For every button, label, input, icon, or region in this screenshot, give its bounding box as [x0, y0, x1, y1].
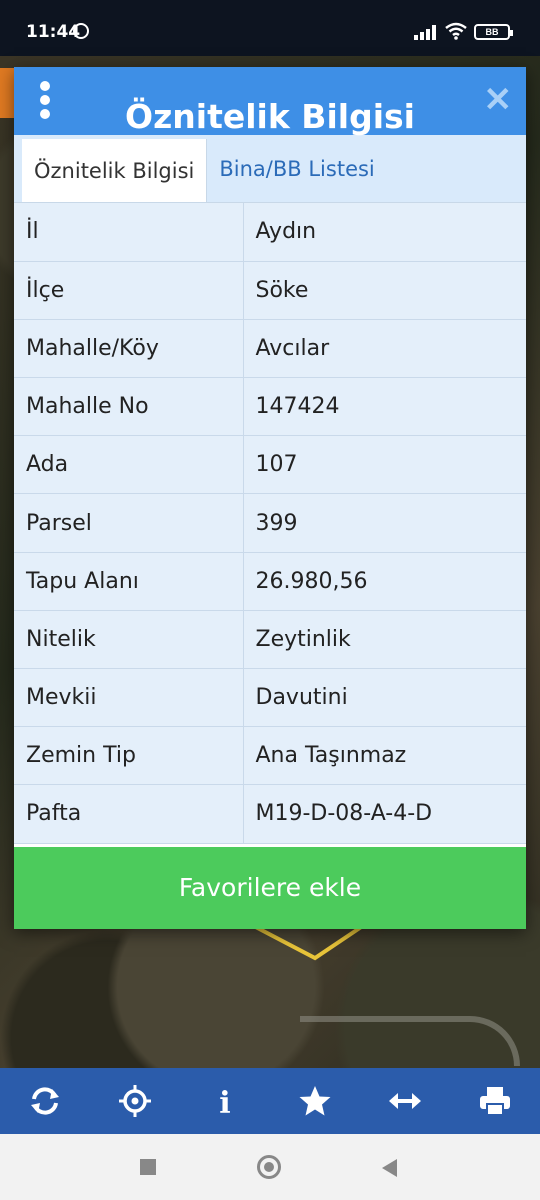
tab-bar: Öznitelik Bilgisi Bina/BB Listesi: [14, 135, 526, 203]
attribute-row: Tapu Alanı 26.980,56: [14, 552, 526, 611]
tab-building-list[interactable]: Bina/BB Listesi: [207, 135, 386, 202]
attribute-row: İl Aydın: [14, 203, 526, 262]
signal-icon: [414, 25, 436, 40]
print-button[interactable]: [473, 1079, 517, 1123]
attribute-value: M19-D-08-A-4-D: [243, 784, 526, 844]
attribute-key: Mevkii: [14, 668, 244, 728]
system-nav-bar: [0, 1134, 540, 1200]
attribute-key: İlçe: [14, 261, 244, 320]
info-button[interactable]: i: [203, 1079, 247, 1123]
attribute-key: Tapu Alanı: [14, 552, 244, 611]
attribute-row: Mevkii Davutini: [14, 668, 526, 728]
attribute-row: İlçe Söke: [14, 261, 526, 320]
attribute-key: Zemin Tip: [14, 726, 244, 786]
attribute-key: Parsel: [14, 493, 244, 553]
attribute-value: 147424: [243, 377, 526, 437]
attribute-key: Ada: [14, 435, 244, 495]
dialog-header: Öznitelik Bilgisi ✕: [14, 67, 526, 136]
home-icon[interactable]: [257, 1155, 281, 1179]
bottom-toolbar: i: [0, 1068, 540, 1134]
attribute-value: Aydın: [243, 203, 526, 262]
attribute-value: 26.980,56: [243, 552, 526, 611]
locate-icon: [119, 1085, 151, 1117]
attribute-value: 399: [243, 493, 526, 553]
close-icon[interactable]: ✕: [484, 83, 513, 117]
locate-button[interactable]: [113, 1079, 157, 1123]
attribute-value: Davutini: [243, 668, 526, 728]
print-icon: [480, 1087, 510, 1116]
attribute-value: Avcılar: [243, 319, 526, 379]
attribute-row: Nitelik Zeytinlik: [14, 610, 526, 670]
refresh-icon: [31, 1087, 59, 1115]
attribute-row: Parsel 399: [14, 493, 526, 553]
refresh-button[interactable]: [23, 1079, 67, 1123]
tab-attribute-info[interactable]: Öznitelik Bilgisi: [22, 139, 208, 202]
favorites-button[interactable]: [293, 1079, 337, 1123]
dialog-title: Öznitelik Bilgisi: [125, 97, 415, 136]
battery-icon: BB: [474, 24, 513, 40]
svg-text:i: i: [219, 1086, 230, 1118]
recent-apps-icon[interactable]: [140, 1159, 156, 1175]
whatsapp-icon: [73, 23, 89, 39]
attribute-row: Zemin Tip Ana Taşınmaz: [14, 726, 526, 786]
measure-icon: [389, 1093, 421, 1109]
attribute-key: Mahalle/Köy: [14, 319, 244, 379]
attribute-dialog: Öznitelik Bilgisi ✕ Öznitelik Bilgisi Bi…: [14, 67, 526, 929]
star-icon: [299, 1086, 331, 1116]
attribute-row: Pafta M19-D-08-A-4-D: [14, 784, 526, 844]
attribute-table: İl Aydın İlçe Söke Mahalle/Köy Avcılar Mahalle…: [14, 203, 526, 844]
attribute-key: Mahalle No: [14, 377, 244, 437]
attribute-row: Ada 107: [14, 435, 526, 495]
wifi-icon: [445, 22, 467, 40]
attribute-value: Zeytinlik: [243, 610, 526, 670]
attribute-value: Ana Taşınmaz: [243, 726, 526, 786]
info-icon: i: [219, 1086, 230, 1118]
status-bar: 11:44 BB: [0, 0, 540, 56]
attribute-row: Mahalle No 147424: [14, 377, 526, 437]
measure-button[interactable]: [383, 1079, 427, 1123]
attribute-key: Pafta: [14, 784, 244, 844]
status-time: 11:44: [26, 22, 81, 42]
back-icon[interactable]: [382, 1159, 397, 1177]
attribute-row: Mahalle/Köy Avcılar: [14, 319, 526, 379]
attribute-value: Söke: [243, 261, 526, 320]
attribute-value: 107: [243, 435, 526, 495]
add-favorite-button[interactable]: Favorilere ekle: [14, 847, 526, 929]
attribute-key: Nitelik: [14, 610, 244, 670]
attribute-key: İl: [14, 203, 244, 262]
map-road: [300, 1016, 520, 1066]
